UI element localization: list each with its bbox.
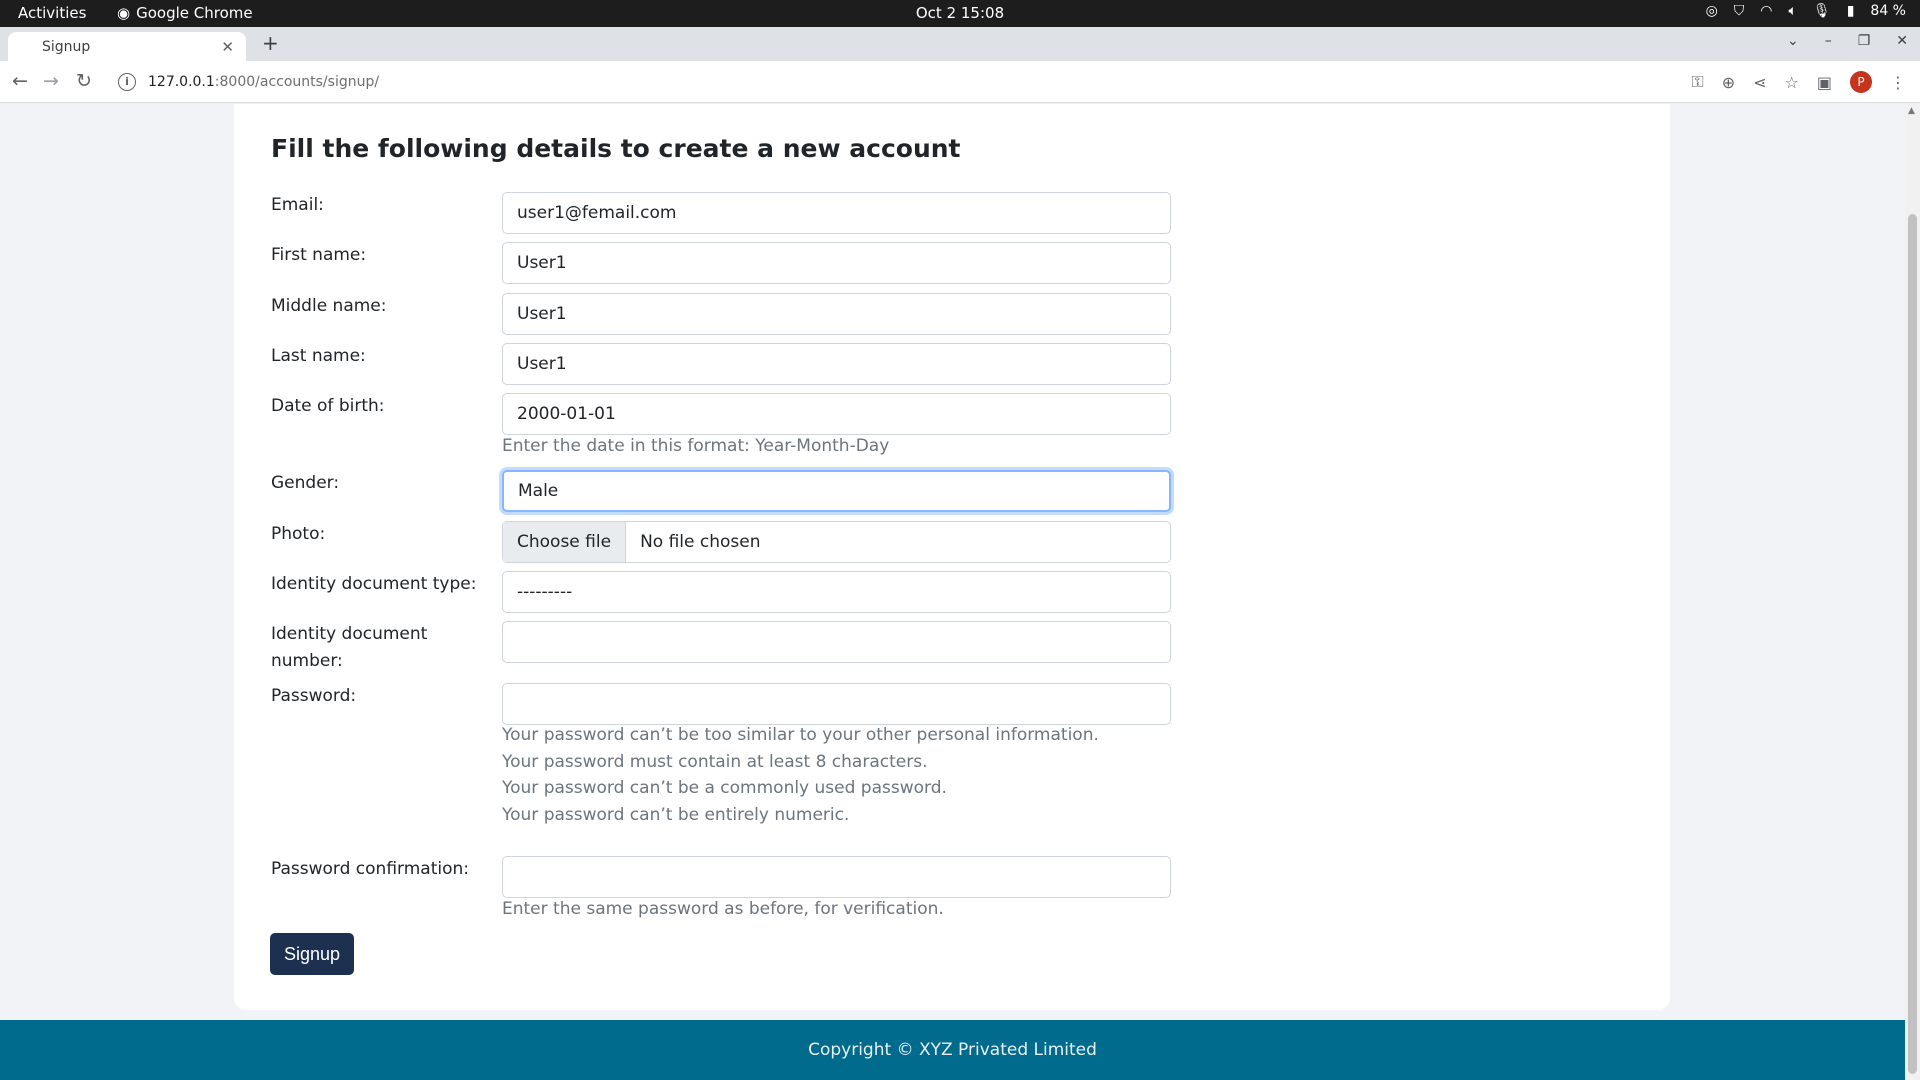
system-top-bar: Activities ◉ Google Chrome Oct 2 15:08 ◎… [0,0,1920,27]
password-confirm-label: Password confirmation: [271,859,469,879]
new-tab-button[interactable]: + [262,31,279,55]
microphone-icon: 🎙︎ [1812,3,1831,19]
scrollbar-thumb[interactable] [1908,214,1917,1074]
share-icon[interactable]: ⋖ [1753,73,1766,92]
gender-field[interactable]: Male [502,470,1171,512]
reload-icon[interactable]: ↻ [76,70,92,92]
page-title: Fill the following details to create a n… [271,134,961,163]
minimize-icon[interactable]: – [1825,33,1832,49]
site-footer: Copyright © XYZ Privated Limited [0,1020,1905,1080]
url-host: 127.0.0.1 [148,74,215,90]
tab-signup[interactable]: Signup ✕ [8,32,246,61]
tab-search-icon[interactable]: ⌄ [1787,33,1799,49]
dob-help-text: Enter the date in this format: Year-Mont… [502,436,890,456]
password-help-item: Your password can’t be a commonly used p… [502,778,947,798]
url-path: :8000/accounts/signup/ [214,74,380,90]
volume-icon: 🔈︎ [1788,3,1797,19]
battery-level: 84 % [1870,3,1906,19]
tab-strip: Signup ✕ [0,27,1920,61]
browser-toolbar: ← → ↻ i 127.0.0.1:8000/accounts/signup/ … [0,61,1920,103]
back-icon[interactable]: ← [12,70,28,92]
password-help-item: Your password can’t be entirely numeric. [502,804,850,825]
address-bar[interactable]: i 127.0.0.1:8000/accounts/signup/ [108,66,1600,98]
close-window-icon[interactable]: ✕ [1896,33,1908,49]
id-number-label: Identity document number: [271,624,428,671]
password-help-list: Your password can’t be too similar to yo… [502,722,1099,828]
dob-field[interactable]: 2000-01-01 [502,393,1171,435]
battery-icon: ▮ [1846,3,1855,19]
first-name-label: First name: [271,245,367,265]
last-name-field[interactable]: User1 [502,343,1171,385]
id-type-select[interactable]: --------- [502,571,1171,613]
email-field[interactable]: user1@femail.com [502,192,1171,234]
page-scrollbar[interactable]: ▲ [1905,104,1920,1080]
choose-file-button[interactable]: Choose file [503,522,627,562]
page-viewport: Fill the following details to create a n… [0,104,1905,1080]
password-help-item: Your password can’t be too similar to yo… [502,725,1099,745]
id-type-label: Identity document type: [271,574,477,594]
menu-kebab-icon[interactable]: ⋮ [1890,73,1906,92]
chrome-icon: ◉ [117,4,131,22]
close-tab-icon[interactable]: ✕ [221,38,234,56]
app-name: Google Chrome [136,4,253,22]
clock[interactable]: Oct 2 15:08 [0,4,1920,22]
password-help-item: Your password must contain at least 8 ch… [502,751,928,772]
gender-label: Gender: [271,473,340,493]
activities-button[interactable]: Activities [18,4,86,22]
toolbar-actions: ⚿ ⊕ ⋖ ☆ ▣ P ⋮ [1692,71,1906,93]
ubuntu-icon: ◎ [1705,3,1718,19]
dob-label: Date of birth: [271,396,385,416]
profile-avatar[interactable]: P [1850,71,1872,93]
password-label: Password: [271,686,357,706]
scroll-up-icon[interactable]: ▲ [1908,106,1915,116]
email-label: Email: [271,195,324,215]
password-field[interactable] [502,683,1171,725]
password-confirm-field[interactable] [502,856,1171,898]
photo-file-input[interactable]: Choose file No file chosen [502,521,1171,563]
last-name-label: Last name: [271,346,366,366]
bookmark-star-icon[interactable]: ☆ [1785,73,1799,92]
copyright-text: Copyright © XYZ Privated Limited [808,1040,1097,1060]
system-tray[interactable]: ◎ ⛉ ◠ 🔈︎ 🎙︎ ▮ 84 % [1706,3,1906,19]
wifi-icon: ◠ [1760,3,1773,19]
id-number-field[interactable] [502,621,1171,663]
password-confirm-help: Enter the same password as before, for v… [502,899,944,919]
middle-name-label: Middle name: [271,296,387,316]
window-controls: ⌄ – ❐ ✕ [1787,33,1908,49]
restore-icon[interactable]: ❐ [1858,33,1871,49]
app-menu[interactable]: ◉ Google Chrome [117,4,253,22]
zoom-icon[interactable]: ⊕ [1722,73,1735,92]
first-name-field[interactable]: User1 [502,242,1171,284]
file-status: No file chosen [640,532,761,552]
photo-label: Photo: [271,524,326,544]
signup-button[interactable]: Signup [270,933,354,975]
site-info-icon[interactable]: i [118,73,136,91]
tab-title: Signup [42,38,91,55]
key-icon[interactable]: ⚿ [1692,72,1704,92]
middle-name-field[interactable]: User1 [502,293,1171,335]
shield-icon: ⛉ [1733,3,1745,19]
side-panel-icon[interactable]: ▣ [1817,73,1832,92]
forward-icon[interactable]: → [43,70,59,92]
